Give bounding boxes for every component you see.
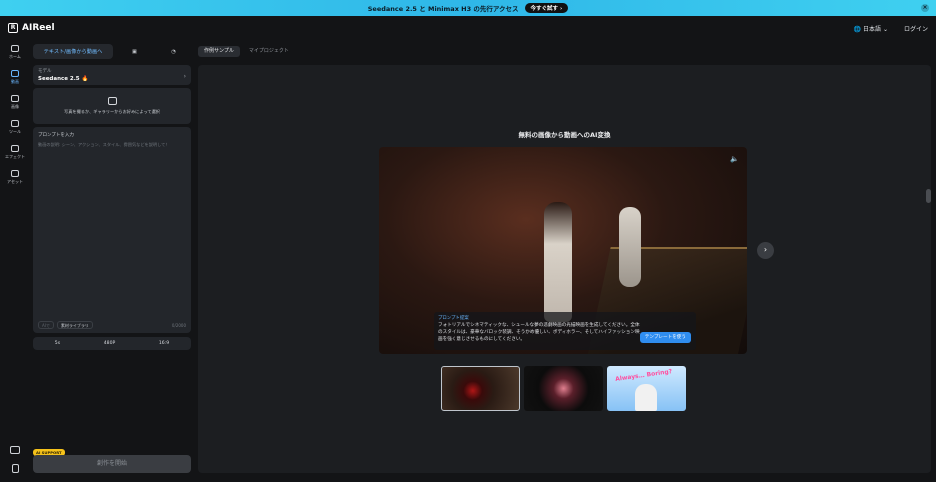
next-arrow-icon[interactable]: › xyxy=(757,242,774,259)
language-selector[interactable]: 🌐 日本語 ⌄ xyxy=(854,24,888,33)
rail-label: ツール xyxy=(9,129,21,134)
upload-text: 写真を撮るか、ギャラリーからお好みによって選択 xyxy=(64,109,160,114)
upload-image-icon xyxy=(107,97,117,105)
brand-name: AIReel xyxy=(22,23,55,33)
top-bar: R AIReel 🌐 日本語 ⌄ ログイン xyxy=(0,16,936,40)
caption-title: プロンプト提案 xyxy=(438,316,469,321)
generate-button[interactable]: 創作を開始 xyxy=(33,455,191,473)
model-selector[interactable]: モデル Seedance 2.5 🔥 › xyxy=(33,65,191,85)
close-icon[interactable]: × xyxy=(921,4,929,12)
logo[interactable]: R AIReel xyxy=(8,23,55,33)
video-icon xyxy=(11,70,19,77)
prompt-footer: AIで 素材ライブラリ xyxy=(38,321,93,329)
image-upload[interactable]: 写真を撮るか、ギャラリーからお好みによって選択 xyxy=(33,88,191,124)
robot-figure xyxy=(619,207,641,287)
discord-icon[interactable] xyxy=(10,446,20,454)
mute-icon[interactable]: 🔈 xyxy=(730,155,739,163)
char-count: 0/2000 xyxy=(171,323,186,328)
settings-bar[interactable]: 5s 480P 16:9 xyxy=(33,337,191,350)
rail-item-video[interactable]: 動画 xyxy=(0,65,30,90)
scrollbar[interactable] xyxy=(926,189,931,203)
rail-item-home[interactable]: ホーム xyxy=(0,40,30,65)
thumbnail-2[interactable] xyxy=(524,366,603,411)
library-button[interactable]: 素材ライブラリ xyxy=(56,321,93,329)
avatar-icon[interactable]: ◔ xyxy=(156,44,191,59)
use-template-button[interactable]: テンプレートを使う xyxy=(639,332,691,343)
rail-item-image[interactable]: 画像 xyxy=(0,90,30,115)
logo-mark-icon: R xyxy=(8,23,18,33)
thumbnail-3-text: Always… Boring? xyxy=(614,368,673,383)
tab-samples[interactable]: 作例サンプル xyxy=(198,46,240,57)
thumbnail-3[interactable]: Always… Boring? xyxy=(607,366,686,411)
showcase-title: 無料の画像から動画へのAI変換 xyxy=(518,131,611,139)
promo-text: Seedance 2.5 と Minimax H3 の先行アクセス xyxy=(367,5,519,13)
rail-item-asset[interactable]: アセット xyxy=(0,165,30,190)
mobile-icon[interactable] xyxy=(12,464,19,473)
model-value: Seedance 2.5 🔥 xyxy=(38,76,89,82)
rail-item-effect[interactable]: エフェクト xyxy=(0,140,30,165)
create-panel: テキスト/画像から動画へ ▣ ◔ モデル Seedance 2.5 🔥 › 写真… xyxy=(33,44,191,474)
nav-rail: ホーム 動画 画像 ツール エフェクト アセット xyxy=(0,40,30,482)
thumbnail-3-person xyxy=(635,384,657,411)
model-label: モデル xyxy=(38,69,52,74)
ai-assist-button[interactable]: AIで xyxy=(38,321,54,329)
rail-label: 動画 xyxy=(11,79,19,84)
login-button[interactable]: ログイン xyxy=(904,24,928,33)
prompt-input[interactable]: 動画の説明: シーン、アクション、スタイル、雰囲気などを説明して！ xyxy=(38,141,183,148)
duration-setting[interactable]: 5s xyxy=(55,341,60,346)
showcase-area: 無料の画像から動画へのAI変換 🔈 プロンプト提案 フォトリアルでシネマティック… xyxy=(198,65,931,473)
prompt-box[interactable]: プロンプトを入力 動画の説明: シーン、アクション、スタイル、雰囲気などを説明し… xyxy=(33,127,191,333)
mode-tabs: テキスト/画像から動画へ ▣ ◔ xyxy=(33,44,191,59)
tab-projects[interactable]: マイプロジェクト xyxy=(243,46,295,57)
tab-text-image-to-video[interactable]: テキスト/画像から動画へ xyxy=(33,44,113,59)
folder-icon xyxy=(11,170,19,177)
sample-video[interactable]: 🔈 プロンプト提案 フォトリアルでシネマティックな、シュールな夢の悲劇映画の光描… xyxy=(379,147,747,354)
thumbnail-1[interactable] xyxy=(441,366,520,411)
try-now-button[interactable]: 今すぐ試す › xyxy=(524,3,569,13)
tool-icon xyxy=(11,120,19,127)
caption-text: フォトリアルでシネマティックな、シュールな夢の悲劇映画の光描映画を生成してくださ… xyxy=(438,323,640,343)
rail-label: エフェクト xyxy=(5,154,25,159)
chevron-right-icon: › xyxy=(183,73,186,80)
prompt-caption: プロンプト提案 フォトリアルでシネマティックな、シュールな夢の悲劇映画の光描映画… xyxy=(434,312,696,350)
prompt-label: プロンプトを入力 xyxy=(38,133,74,138)
ratio-setting[interactable]: 16:9 xyxy=(159,341,169,346)
image-icon xyxy=(11,95,19,102)
effect-icon xyxy=(11,145,19,152)
image-to-video-icon[interactable]: ▣ xyxy=(117,44,152,59)
rail-label: アセット xyxy=(7,179,23,184)
rail-label: 画像 xyxy=(11,104,19,109)
woman-figure xyxy=(544,202,572,322)
home-icon xyxy=(11,45,19,52)
resolution-setting[interactable]: 480P xyxy=(104,341,116,346)
promo-banner: Seedance 2.5 と Minimax H3 の先行アクセス 今すぐ試す … xyxy=(0,0,936,16)
content-tabs: 作例サンプル マイプロジェクト xyxy=(198,46,295,57)
rail-item-tool[interactable]: ツール xyxy=(0,115,30,140)
rail-label: ホーム xyxy=(9,54,21,59)
